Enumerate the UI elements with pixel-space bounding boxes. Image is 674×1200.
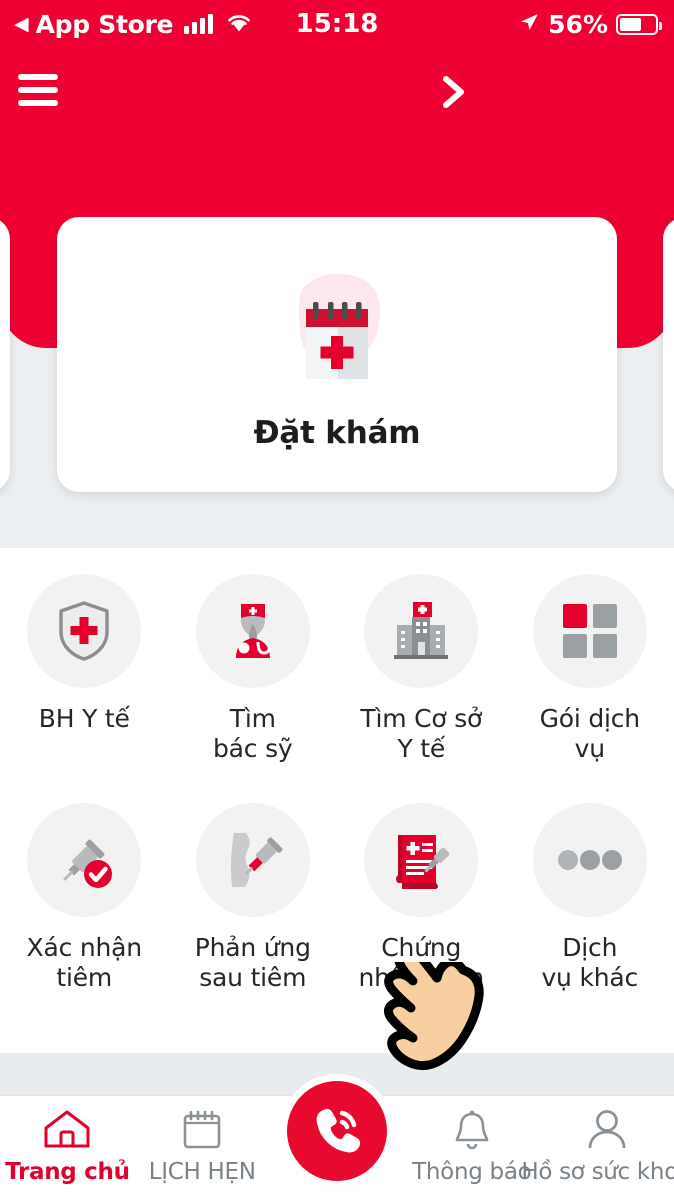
phone-call-icon <box>308 1100 366 1162</box>
status-bar: ◀ App Store 15:18 56% <box>0 0 674 48</box>
service-tim-co-so-y-te[interactable]: Tìm Cơ sở Y tế <box>337 574 506 763</box>
chevron-right-icon[interactable] <box>436 72 470 112</box>
call-fab-button[interactable] <box>287 1081 387 1181</box>
services-panel: BH Y tế Tìm bác sỹ Tìm Cơ sở Y tế Gói dị… <box>0 548 674 1053</box>
home-icon <box>42 1108 92 1154</box>
service-label: BH Y tế <box>38 704 130 733</box>
carousel-card-label: Đặt khám <box>253 414 421 451</box>
grid-squares-icon <box>532 574 647 688</box>
service-label: Tìm Cơ sở Y tế <box>360 704 483 763</box>
service-goi-dich-vu[interactable]: Gói dịch vụ <box>506 574 674 763</box>
service-phan-ung-sau-tiem[interactable]: Phản ứng sau tiêm <box>169 803 338 992</box>
tab-label: LỊCH HẸN <box>148 1159 256 1185</box>
carousel-card-next[interactable] <box>663 217 674 492</box>
service-label: Dịch vụ khác <box>541 933 639 992</box>
calendar-medical-icon <box>262 259 412 409</box>
tab-label: Hồ sơ sức khoẻ <box>521 1159 674 1185</box>
banner-carousel[interactable]: Đặt khám <box>0 217 674 497</box>
doctor-icon <box>195 574 310 688</box>
hamburger-menu-icon[interactable] <box>18 74 58 106</box>
app-screen: ◀ App Store 15:18 56% Đặt khám BH Y tế T… <box>0 0 674 1200</box>
service-label: Chứng nhận tiêm <box>358 933 485 992</box>
service-xac-nhan-tiem[interactable]: Xác nhận tiêm <box>0 803 169 992</box>
service-chung-nhan-tiem[interactable]: Chứng nhận tiêm <box>337 803 506 992</box>
arm-injection-icon <box>195 803 310 917</box>
service-tim-bac-sy[interactable]: Tìm bác sỹ <box>169 574 338 763</box>
three-dots-icon <box>532 803 647 917</box>
services-row-2: Xác nhận tiêm Phản ứng sau tiêm Chứng nh… <box>0 803 674 992</box>
service-label: Phản ứng sau tiêm <box>194 933 311 992</box>
status-bar-right: 56% <box>518 9 662 39</box>
service-label: Gói dịch vụ <box>539 704 641 763</box>
tab-thong-bao[interactable]: Thông báo <box>404 1108 539 1185</box>
shield-cross-icon <box>27 574 142 688</box>
battery-icon <box>616 13 662 35</box>
carousel-card-active[interactable]: Đặt khám <box>57 217 617 492</box>
calendar-icon <box>177 1108 227 1154</box>
service-bh-y-te[interactable]: BH Y tế <box>0 574 169 763</box>
location-arrow-icon <box>518 10 540 39</box>
certificate-syringe-icon <box>364 803 479 917</box>
tab-label: Thông báo <box>412 1159 532 1185</box>
tab-trang-chu[interactable]: Trang chủ <box>0 1108 135 1185</box>
services-row-1: BH Y tế Tìm bác sỹ Tìm Cơ sở Y tế Gói dị… <box>0 574 674 763</box>
carousel-card-previous[interactable] <box>0 217 10 492</box>
tab-label: Trang chủ <box>5 1159 130 1185</box>
service-dich-vu-khac[interactable]: Dịch vụ khác <box>506 803 674 992</box>
service-label: Xác nhận tiêm <box>26 933 143 992</box>
bell-icon <box>447 1108 497 1154</box>
battery-percent-label: 56% <box>548 9 608 39</box>
service-label: Tìm bác sỹ <box>212 704 293 763</box>
syringe-check-icon <box>27 803 142 917</box>
section-divider <box>0 492 674 548</box>
hospital-building-icon <box>364 574 479 688</box>
tab-ho-so-suc-khoe[interactable]: Hồ sơ sức khoẻ <box>521 1108 674 1185</box>
header-nav-row <box>0 60 674 140</box>
person-icon <box>582 1108 632 1154</box>
tab-lich-hen[interactable]: LỊCH HẸN <box>135 1108 270 1185</box>
